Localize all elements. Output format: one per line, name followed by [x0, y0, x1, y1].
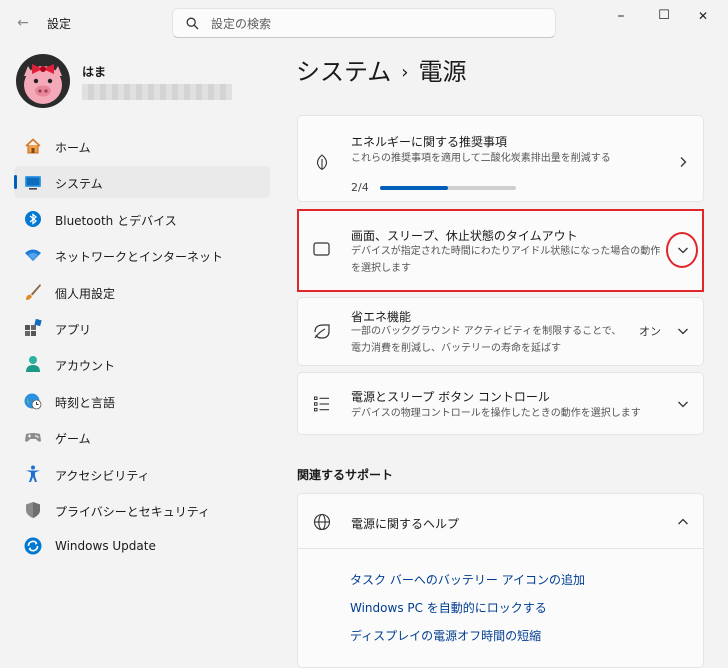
apps-icon: [25, 318, 42, 336]
sidebar-item-label: アクセシビリティ: [55, 468, 150, 483]
card-description: デバイスが指定された時間にわたりアイドル状態になった場合の動作を選択します: [351, 246, 661, 274]
divider: [298, 548, 704, 549]
sidebar-item-apps[interactable]: アプリ: [14, 312, 270, 344]
help-link[interactable]: ディスプレイの電源オフ時間の短縮: [350, 627, 541, 644]
bluetooth-icon: [25, 210, 41, 227]
page-title: システム › 電源: [296, 52, 466, 87]
card-title[interactable]: 電源に関するヘルプ: [351, 515, 459, 532]
sidebar-item-label: アプリ: [55, 322, 92, 337]
sidebar: ホーム システム Bluetooth とデバイス ネットワークとインターネット …: [14, 130, 270, 567]
chevron-right-icon: [680, 157, 687, 167]
progress-label: 2/4: [351, 181, 369, 194]
sidebar-item-label: アカウント: [55, 359, 116, 374]
sidebar-item-label: ネットワークとインターネット: [55, 250, 224, 265]
sidebar-item-label: Windows Update: [55, 539, 156, 554]
sidebar-item-system[interactable]: システム: [14, 166, 270, 199]
card-description: デバイスの物理コントロールを操作したときの動作を選択します: [351, 408, 641, 419]
profile-name: はま: [82, 65, 107, 79]
sidebar-item-label: システム: [55, 177, 103, 192]
chevron-down-icon[interactable]: [675, 396, 691, 412]
card-title: エネルギーに関する推奨事項: [351, 135, 508, 149]
sidebar-item-home[interactable]: ホーム: [14, 130, 270, 162]
sidebar-item-network[interactable]: ネットワークとインターネット: [14, 239, 270, 271]
accessibility-icon: [26, 465, 40, 482]
system-icon: [25, 176, 41, 190]
sidebar-item-accessibility[interactable]: アクセシビリティ: [14, 458, 270, 490]
card-description: これらの推奨事項を適用して二酸化炭素排出量を削減する: [351, 153, 611, 164]
sidebar-item-label: Bluetooth とデバイス: [55, 213, 177, 228]
energy-saver-card[interactable]: 省エネ機能 一部のバックグラウンド アクティビティを制限することで、電力消費を削…: [297, 297, 704, 366]
chevron-up-icon[interactable]: [675, 514, 691, 530]
profile-email-blurred: [82, 84, 232, 100]
breadcrumb-parent[interactable]: システム: [296, 58, 391, 86]
monitor-moon-icon: [313, 242, 330, 257]
avatar[interactable]: [16, 54, 70, 108]
sidebar-item-bluetooth[interactable]: Bluetooth とデバイス: [14, 203, 270, 235]
list-icon: [314, 396, 329, 412]
update-icon: [24, 537, 42, 555]
leaf-icon: [316, 154, 328, 170]
brush-icon: [26, 283, 41, 300]
card-title: 電源とスリープ ボタン コントロール: [351, 390, 550, 404]
home-icon: [25, 138, 41, 154]
sidebar-item-privacy[interactable]: プライバシーとセキュリティ: [14, 494, 270, 526]
selection-indicator: [14, 175, 17, 190]
breadcrumb-current: 電源: [418, 58, 467, 86]
search-icon: [186, 17, 199, 30]
help-link[interactable]: Windows PC を自動的にロックする: [350, 599, 547, 616]
gamepad-icon: [25, 433, 41, 442]
account-icon: [26, 356, 40, 373]
energy-recommendations-card[interactable]: エネルギーに関する推奨事項 これらの推奨事項を適用して二酸化炭素排出量を削減する…: [297, 115, 704, 202]
breadcrumb-separator: ›: [401, 62, 409, 83]
minimize-button[interactable]: –: [598, 0, 644, 32]
progress-fill: [380, 186, 448, 190]
sidebar-item-label: 時刻と言語: [55, 395, 116, 410]
sidebar-item-gaming[interactable]: ゲーム: [14, 421, 270, 453]
chevron-down-icon[interactable]: [675, 323, 691, 339]
progress-bar: [380, 186, 516, 190]
app-title: 設定: [47, 17, 72, 31]
power-button-controls-card[interactable]: 電源とスリープ ボタン コントロール デバイスの物理コントロールを操作したときの…: [297, 372, 704, 435]
card-title: 画面、スリープ、休止状態のタイムアウト: [351, 229, 578, 243]
search-input[interactable]: [209, 14, 543, 34]
screen-sleep-timeout-card[interactable]: 画面、スリープ、休止状態のタイムアウト デバイスが指定された時間にわたりアイドル…: [297, 209, 704, 292]
status-text: オン: [639, 325, 661, 338]
help-link[interactable]: タスク バーへのバッテリー アイコンの追加: [350, 571, 585, 588]
sidebar-item-accounts[interactable]: アカウント: [14, 348, 270, 380]
energy-saver-leaf-icon: [314, 324, 330, 339]
title-bar: ← 設定 – ☐ ✕: [0, 0, 728, 46]
sidebar-item-label: 個人用設定: [55, 286, 116, 301]
close-button[interactable]: ✕: [680, 0, 726, 32]
chevron-down-icon[interactable]: [675, 242, 691, 258]
globe-icon: [313, 513, 331, 531]
card-description: 一部のバックグラウンド アクティビティを制限することで、電力消費を削減し、バッテ…: [351, 326, 622, 354]
search-box[interactable]: [172, 8, 556, 38]
sidebar-item-windows-update[interactable]: Windows Update: [14, 530, 270, 562]
shield-icon: [26, 501, 40, 518]
wifi-icon: [25, 249, 41, 262]
section-heading: 関連するサポート: [297, 468, 394, 482]
back-arrow-icon[interactable]: ←: [12, 12, 34, 34]
sidebar-item-label: ゲーム: [55, 432, 91, 447]
globe-clock-icon: [24, 393, 42, 410]
sidebar-item-label: プライバシーとセキュリティ: [55, 504, 211, 519]
sidebar-item-personalization[interactable]: 個人用設定: [14, 276, 270, 308]
sidebar-item-label: ホーム: [55, 141, 91, 155]
sidebar-item-time-language[interactable]: 時刻と言語: [14, 385, 270, 417]
